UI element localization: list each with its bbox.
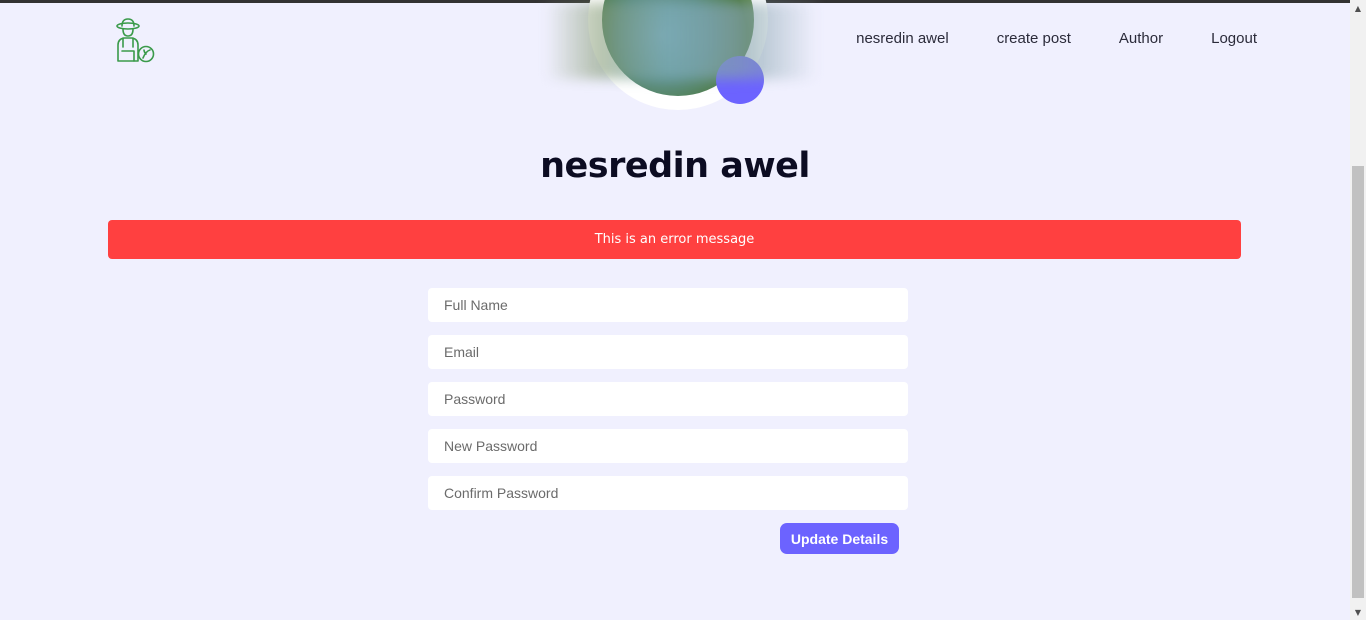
avatar-overlap-blur bbox=[545, 3, 817, 79]
nav-link-profile[interactable]: nesredin awel bbox=[856, 30, 949, 47]
scroll-up-arrow-icon[interactable]: ▲ bbox=[1350, 0, 1366, 16]
scrollbar[interactable]: ▲ ▼ bbox=[1350, 0, 1366, 620]
scrollbar-thumb[interactable] bbox=[1352, 166, 1364, 598]
nav-link-create-post[interactable]: create post bbox=[997, 30, 1071, 47]
update-details-button[interactable]: Update Details bbox=[780, 523, 899, 554]
farmer-logo-icon[interactable] bbox=[110, 17, 156, 65]
nav-link-logout[interactable]: Logout bbox=[1211, 30, 1257, 47]
navbar: nesredin awel create post Author Logout bbox=[0, 0, 1350, 79]
nav-link-author[interactable]: Author bbox=[1119, 30, 1163, 47]
new-password-input[interactable] bbox=[428, 429, 908, 463]
scroll-down-arrow-icon[interactable]: ▼ bbox=[1350, 604, 1366, 620]
full-name-input[interactable] bbox=[428, 288, 908, 322]
profile-update-form bbox=[428, 288, 908, 523]
password-input[interactable] bbox=[428, 382, 908, 416]
email-input[interactable] bbox=[428, 335, 908, 369]
nav-links: nesredin awel create post Author Logout bbox=[856, 30, 1257, 47]
error-alert: This is an error message bbox=[108, 220, 1241, 259]
confirm-password-input[interactable] bbox=[428, 476, 908, 510]
profile-name: nesredin awel bbox=[540, 146, 810, 186]
